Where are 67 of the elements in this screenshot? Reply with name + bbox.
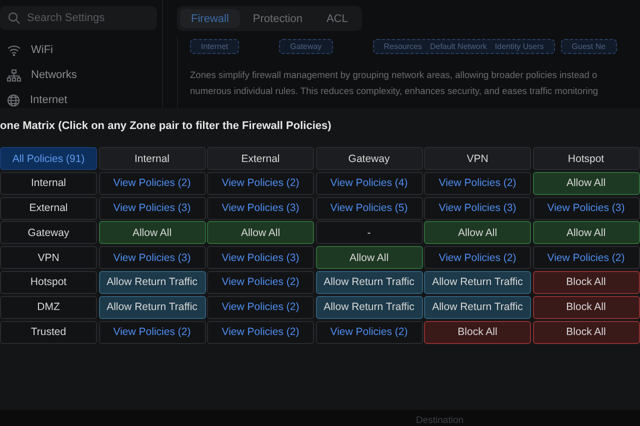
- view-policies-link[interactable]: View Policies (2): [424, 172, 531, 195]
- zone-label: Gateway: [290, 42, 322, 51]
- allow-all-cell[interactable]: Allow All: [207, 221, 314, 244]
- row-header: VPN: [0, 246, 97, 270]
- row-header: Internal: [0, 172, 97, 195]
- allow-return-cell[interactable]: Allow Return Traffic: [424, 270, 531, 294]
- tab[interactable]: Protection: [242, 9, 314, 28]
- empty-cell: -: [316, 221, 422, 244]
- column-header: VPN: [424, 147, 531, 170]
- zone-label: Guest Ne: [572, 42, 606, 51]
- allow-return-cell[interactable]: Allow Return Traffic: [424, 296, 531, 319]
- matrix-title: one Matrix (Click on any Zone pair to filter the Firewall Policies): [0, 119, 332, 133]
- allow-return-cell[interactable]: Allow Return Traffic: [316, 296, 422, 319]
- view-policies-link[interactable]: View Policies (3): [207, 246, 314, 270]
- view-policies-link[interactable]: View Policies (2): [316, 320, 422, 344]
- allow-return-cell[interactable]: Allow Return Traffic: [316, 270, 422, 294]
- view-policies-link[interactable]: View Policies (4): [316, 172, 422, 195]
- view-policies-link[interactable]: View Policies (2): [207, 296, 314, 319]
- allow-all-cell[interactable]: Allow All: [532, 172, 640, 195]
- view-policies-link[interactable]: View Policies (3): [424, 196, 531, 220]
- allow-return-cell[interactable]: Allow Return Traffic: [98, 296, 206, 319]
- all-policies-button[interactable]: All Policies (91): [0, 147, 97, 170]
- allow-return-cell[interactable]: Allow Return Traffic: [98, 270, 206, 294]
- zone-label: Internet: [201, 42, 228, 51]
- sidebar-item[interactable]: Internet: [30, 94, 68, 106]
- view-policies-link[interactable]: View Policies (2): [532, 246, 640, 270]
- block-all-cell[interactable]: Block All: [532, 270, 640, 294]
- tab[interactable]: Firewall: [180, 9, 240, 28]
- row-header: Gateway: [0, 221, 97, 244]
- view-policies-link[interactable]: View Policies (2): [207, 172, 314, 195]
- view-policies-link[interactable]: View Policies (2): [424, 246, 531, 270]
- column-header: Internal: [98, 147, 206, 170]
- column-header: Gateway: [316, 147, 422, 170]
- sidebar-item[interactable]: WiFi: [31, 44, 53, 56]
- row-header: DMZ: [0, 296, 97, 319]
- row-header: Trusted: [0, 320, 97, 344]
- wifi-icon: [7, 44, 21, 56]
- block-all-cell[interactable]: Block All: [532, 320, 640, 344]
- description-text: Zones simplify firewall management by grouping network areas, allowing broader policies instead o numerous individual rules. This reduces complexity, enhances security, and eases traffic monitoring: [190, 69, 600, 98]
- view-policies-link[interactable]: View Policies (2): [98, 320, 206, 344]
- globe-icon: [7, 94, 20, 106]
- row-header: External: [0, 196, 97, 220]
- view-policies-link[interactable]: View Policies (3): [207, 196, 314, 220]
- view-policies-link[interactable]: View Policies (3): [98, 196, 206, 220]
- sidebar-item[interactable]: Networks: [31, 69, 77, 81]
- block-all-cell[interactable]: Block All: [424, 320, 531, 344]
- view-policies-link[interactable]: View Policies (3): [98, 246, 206, 270]
- allow-all-cell[interactable]: Allow All: [424, 221, 531, 244]
- column-header: External: [207, 147, 314, 170]
- network-tree-icon: [7, 68, 21, 82]
- allow-all-cell[interactable]: Allow All: [98, 221, 206, 244]
- search-field[interactable]: Search Settings: [0, 6, 157, 30]
- search-icon: [8, 12, 20, 24]
- view-policies-link[interactable]: View Policies (2): [98, 172, 206, 195]
- zone-label: Resources: [384, 42, 422, 51]
- view-policies-link[interactable]: View Policies (2): [207, 270, 314, 294]
- allow-all-cell[interactable]: Allow All: [316, 246, 422, 270]
- block-all-cell[interactable]: Block All: [532, 296, 640, 319]
- column-header: Hotspot: [532, 147, 640, 170]
- zone-label: Identity Users: [494, 42, 544, 51]
- view-policies-link[interactable]: View Policies (5): [316, 196, 422, 220]
- view-policies-link[interactable]: View Policies (2): [207, 320, 314, 344]
- view-policies-link[interactable]: View Policies (3): [532, 196, 640, 220]
- row-header: Hotspot: [0, 270, 97, 294]
- tab[interactable]: ACL: [315, 9, 359, 28]
- allow-all-cell[interactable]: Allow All: [532, 221, 640, 244]
- zone-label: Default Network: [430, 42, 487, 51]
